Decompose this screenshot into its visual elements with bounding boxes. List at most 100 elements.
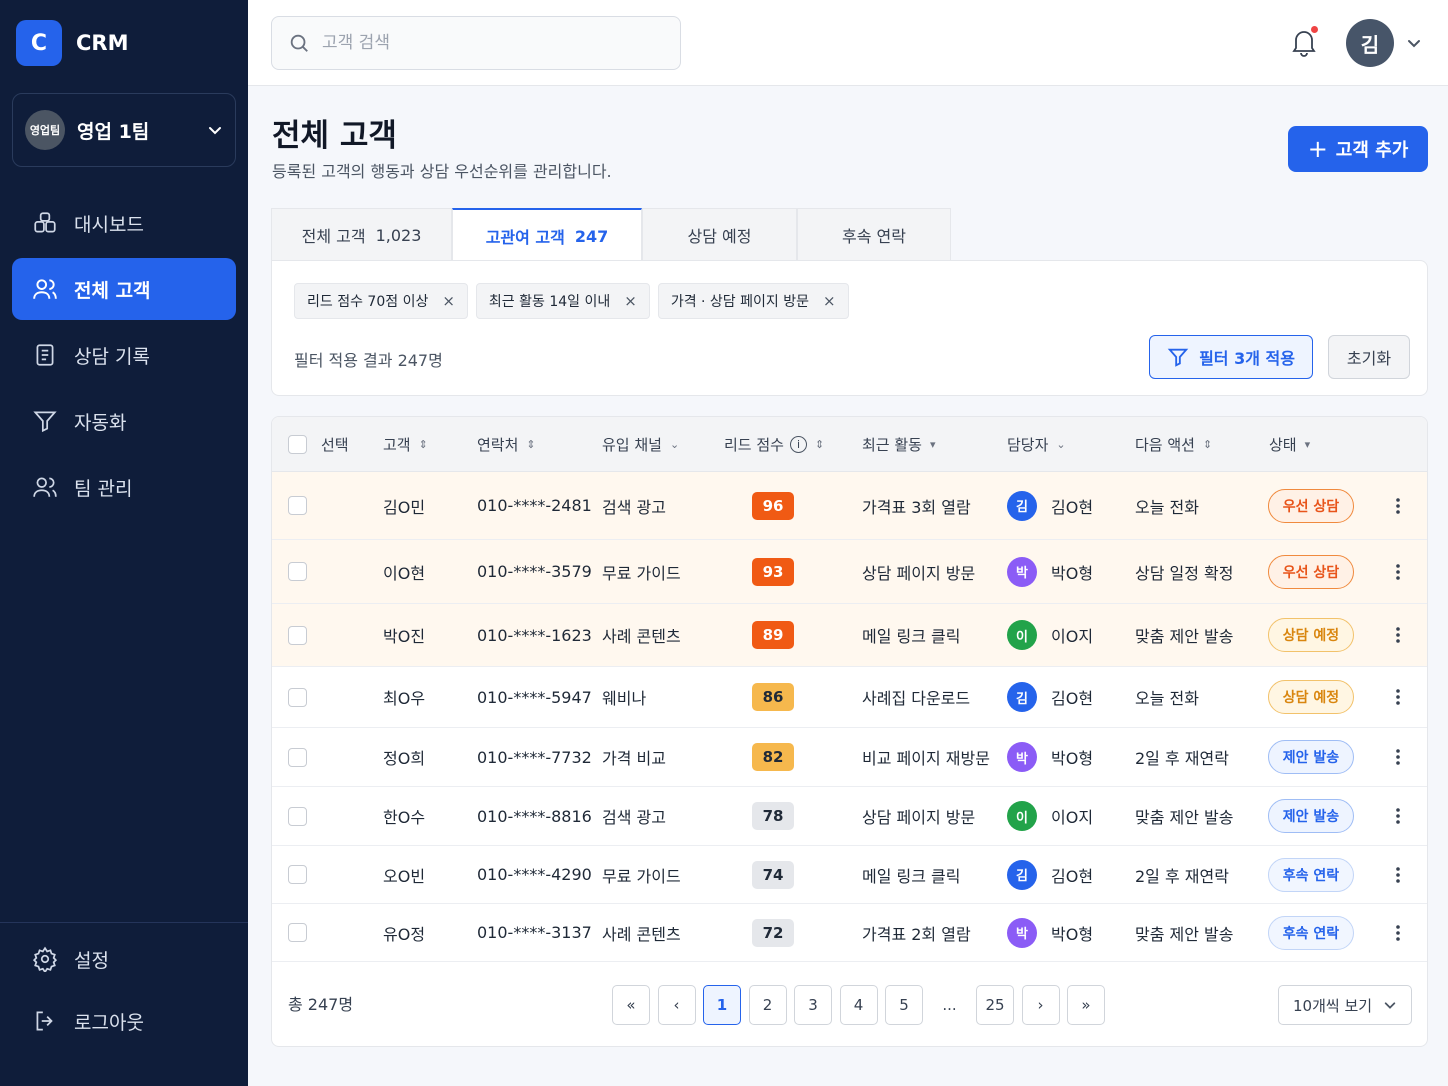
status-badge[interactable]: 우선 상담 [1268,488,1354,523]
header-score[interactable]: 리드 점수 i ⇕ [724,417,824,472]
table-row[interactable]: 김O민 010-****-2481 검색 광고 96 가격표 3회 열람 김 김O현 오늘 전… [272,472,1427,540]
status-badge[interactable]: 우선 상담 [1268,554,1354,589]
status-cell: 제안 발송 [1268,728,1354,786]
page-button[interactable]: 3 [794,985,832,1025]
customer-name[interactable]: 유O정 [383,904,425,961]
customer-name[interactable]: 오O빈 [383,846,425,903]
row-checkbox[interactable] [288,865,307,884]
sidebar-item-consultations[interactable]: 상담 기록 [12,324,236,386]
status-badge[interactable]: 후속 연락 [1268,857,1354,892]
page-button[interactable]: « [612,985,650,1025]
row-checkbox[interactable] [288,806,307,826]
customer-name[interactable]: 박O진 [383,604,425,666]
table-row[interactable]: 정O희 010-****-7732 가격 비교 82 비교 페이지 재방문 박 박O형 2일 … [272,728,1427,787]
owner-avatar: 김 [1007,859,1037,890]
close-icon[interactable]: × [823,292,836,310]
contact-number: 010-****-4290 [477,865,592,884]
tab-2[interactable]: 상담 예정 [642,208,797,261]
status-badge[interactable]: 후속 연락 [1268,915,1354,950]
customer-name[interactable]: 김O민 [383,472,425,539]
close-icon[interactable]: × [442,292,455,310]
page-button[interactable]: 25 [976,985,1014,1025]
page-button[interactable]: » [1067,985,1105,1025]
header-contact[interactable]: 연락처 ⇕ [477,417,536,472]
sidebar-item-label: 자동화 [74,411,127,434]
table-row[interactable]: 박O진 010-****-1623 사례 콘텐츠 89 메일 링크 클릭 이 이O지 맞춤 제… [272,604,1427,667]
table-row[interactable]: 유O정 010-****-3137 사례 콘텐츠 72 가격표 2회 열람 박 박O형 맞춤 … [272,904,1427,962]
select-all-checkbox[interactable] [288,435,307,454]
row-checkbox[interactable] [288,923,307,942]
more-vertical-icon[interactable] [1388,496,1408,516]
more-vertical-icon[interactable] [1388,687,1408,707]
user-avatar[interactable]: 김 [1346,19,1394,67]
owner-cell: 김 김O현 [1007,472,1093,539]
apply-filter-button[interactable]: 필터 3개 적용 [1149,335,1313,379]
row-select [288,846,307,903]
row-checkbox[interactable] [288,562,307,581]
next-action: 오늘 전화 [1135,689,1199,708]
owner-name: 김O현 [1051,866,1094,886]
brand[interactable]: C CRM [16,20,128,66]
tab-label: 고관여 고객 [485,228,565,247]
row-checkbox[interactable] [288,747,307,767]
sidebar-item-dashboard[interactable]: 대시보드 [12,192,236,254]
pagination: «‹ 1 2 3 4 5... 25 ›» [612,985,1113,1025]
status-badge[interactable]: 상담 예정 [1268,618,1354,652]
page-button[interactable]: 5 [885,985,923,1025]
page-button[interactable]: 2 [748,985,787,1025]
add-customer-button[interactable]: + 고객 추가 [1288,126,1428,172]
page-button[interactable]: 1 [703,985,741,1025]
page-button[interactable]: › [1021,985,1060,1025]
more-vertical-icon[interactable] [1388,562,1408,582]
header-customer[interactable]: 고객 ⇕ [383,417,428,472]
sidebar-item-automation[interactable]: 자동화 [12,390,236,452]
more-vertical-icon[interactable] [1388,865,1408,885]
customer-name[interactable]: 이O현 [383,540,425,603]
info-icon[interactable]: i [789,436,807,453]
customer-name[interactable]: 정O희 [383,728,425,786]
row-actions [1388,846,1408,903]
tab-3[interactable]: 후속 연락 [797,208,951,261]
header-channel[interactable]: 유입 채널 ⌄ [602,417,679,472]
more-vertical-icon[interactable] [1388,625,1408,645]
customer-name[interactable]: 최O우 [383,667,425,727]
sidebar-item-team[interactable]: 팀 관리 [12,456,236,518]
chevron-down-icon[interactable] [1406,35,1422,51]
page-button[interactable]: 4 [839,985,878,1025]
header-next-action[interactable]: 다음 액션 ⇕ [1135,417,1212,472]
header-activity[interactable]: 최근 활동 ▾ [862,417,936,472]
table-row[interactable]: 한O수 010-****-8816 검색 광고 78 상담 페이지 방문 이 이O지 맞춤 제… [272,787,1427,846]
page-button[interactable]: ‹ [657,985,696,1025]
more-vertical-icon[interactable] [1388,806,1408,826]
row-checkbox[interactable] [288,687,307,707]
search-box[interactable] [271,16,681,70]
reset-filter-button[interactable]: 초기화 [1328,335,1410,379]
table-row[interactable]: 오O빈 010-****-4290 무료 가이드 74 메일 링크 클릭 김 김O현 2일 후… [272,846,1427,904]
close-icon[interactable]: × [624,292,637,310]
more-vertical-icon[interactable] [1388,747,1408,767]
status-badge[interactable]: 상담 예정 [1268,680,1354,714]
row-checkbox[interactable] [288,496,307,515]
customer-name[interactable]: 한O수 [383,787,425,845]
tab-1[interactable]: 고관여 고객 247 [452,208,642,262]
row-checkbox[interactable] [288,625,307,645]
status-badge[interactable]: 제안 발송 [1268,740,1354,774]
header-owner[interactable]: 담당자 ⌄ [1007,417,1066,472]
header-status[interactable]: 상태 ▾ [1269,417,1310,472]
status-badge[interactable]: 제안 발송 [1268,799,1354,833]
lead-score-badge: 82 [752,743,794,771]
dashboard-icon [34,212,56,233]
tab-0[interactable]: 전체 고객 1,023 [271,208,452,261]
sidebar-item-settings[interactable]: 설정 [12,930,236,988]
sidebar-item-logout[interactable]: 로그아웃 [12,992,236,1050]
sidebar-item-label: 설정 [74,949,109,972]
status-cell: 상담 예정 [1268,667,1354,727]
table-row[interactable]: 최O우 010-****-5947 웨비나 86 사례집 다운로드 김 김O현 오늘 전화 상담… [272,667,1427,728]
more-vertical-icon[interactable] [1388,923,1408,943]
team-selector[interactable]: 영업팀 영업 1팀 [12,93,236,167]
per-page-select[interactable]: 10개씩 보기 [1278,985,1412,1025]
logout-icon [36,1011,53,1031]
table-row[interactable]: 이O현 010-****-3579 무료 가이드 93 상담 페이지 방문 박 박O형 상담 … [272,540,1427,604]
search-input[interactable] [322,33,662,53]
sidebar-item-customers[interactable]: 전체 고객 [12,258,236,320]
